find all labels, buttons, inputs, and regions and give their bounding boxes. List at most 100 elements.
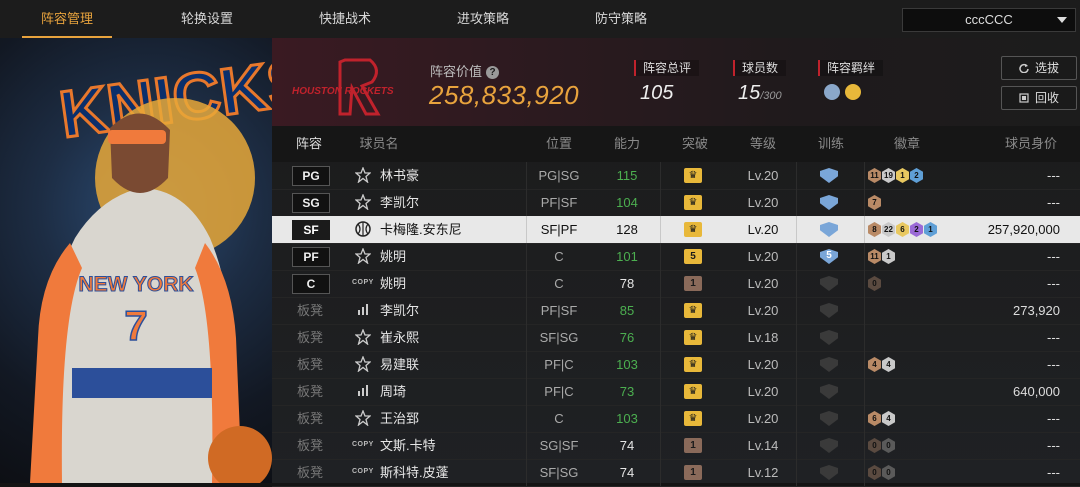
badge-list[interactable]: 44 [868,355,896,374]
badge-list[interactable]: 00 [868,436,896,455]
player-rating: 85 [619,303,635,318]
slot-badge[interactable]: C [292,274,330,294]
table-row[interactable]: PG 林书豪 PG|SG 115 ♛ Lv.20 11 19 1 2 --- [272,162,1080,190]
star-icon [355,356,371,372]
badge-list[interactable]: 64 [868,409,896,428]
tab-rotation[interactable]: 轮换设置 [162,0,252,38]
training-icon[interactable] [820,222,838,237]
badge-list[interactable]: 11 1 [868,247,896,266]
lineup-value-label: 阵容价值? [430,61,500,80]
player-rating: 104 [616,195,638,210]
badge-list[interactable]: 0 [868,274,882,293]
player-name[interactable]: 卡梅隆.安东尼 [380,216,462,243]
player-level: Lv.20 [747,195,779,210]
table-row[interactable]: 板凳 崔永熙 SF|SG 76 ♛ Lv.18 --- [272,324,1080,352]
slot-badge[interactable]: PG [292,166,330,186]
col-badges[interactable]: 徽章 [877,126,937,162]
badge-icon: 7 [868,195,881,210]
player-name[interactable]: 崔永熙 [380,324,419,351]
chem-players-gold-icon[interactable] [845,84,861,100]
training-icon[interactable]: 5 [820,249,838,264]
training-icon[interactable] [820,330,838,345]
table-row[interactable]: PF 姚明 C 101 5 Lv.20 5 11 1 --- [272,243,1080,271]
slot-badge[interactable]: PF [292,247,330,267]
help-icon[interactable]: ? [486,66,500,80]
table-row[interactable]: 板凳 周琦 PF|C 73 ♛ Lv.20 640,000 [272,378,1080,406]
star-icon [355,329,371,345]
training-icon[interactable] [820,276,838,291]
tab-roster[interactable]: 阵容管理 [22,0,112,38]
crown-icon: ♛ [684,330,702,345]
tab-offense[interactable]: 进攻策略 [438,0,528,38]
column-divider [796,297,797,324]
chem-players-icon[interactable] [824,84,840,100]
column-divider [660,297,661,324]
training-icon[interactable] [820,357,838,372]
column-divider [526,270,527,297]
badge-list[interactable]: 11 19 1 2 [868,166,924,185]
column-divider [660,216,661,243]
player-name[interactable]: 李凯尔 [380,189,419,216]
tab-quick-tactics[interactable]: 快捷战术 [300,0,390,38]
bars-icon [358,304,368,315]
player-count-value: 15 [738,82,761,104]
training-icon[interactable] [820,438,838,453]
table-row[interactable]: SG 李凯尔 PF|SF 104 ♛ Lv.20 7 --- [272,189,1080,217]
training-icon[interactable] [820,195,838,210]
lineup-value-label-text: 阵容价值 [430,64,483,79]
training-icon[interactable] [820,384,838,399]
col-name[interactable]: 球员名 [356,126,402,162]
player-name[interactable]: 李凯尔 [380,297,419,324]
column-divider [660,405,661,432]
player-value: --- [1047,195,1060,210]
team-select[interactable]: cccCCC [902,8,1076,32]
training-icon[interactable] [820,465,838,480]
bars-icon [358,385,368,396]
table-row[interactable]: 板凳 李凯尔 PF|SF 85 ♛ Lv.20 273,920 [272,297,1080,325]
col-value[interactable]: 球员身价 [994,126,1068,162]
player-name[interactable]: 斯科特.皮蓬 [380,459,449,486]
player-name[interactable]: 姚明 [380,270,406,297]
player-value: --- [1047,168,1060,183]
star-icon [355,167,371,183]
table-row[interactable]: SF 卡梅隆.安东尼 SF|PF 128 ♛ Lv.20 8 22 6 2 1 257,920,000 [272,216,1080,244]
badge-list[interactable]: 7 [868,193,882,212]
slot-badge[interactable]: SF [292,220,330,240]
col-level[interactable]: 等级 [739,126,787,162]
training-icon[interactable] [820,303,838,318]
training-icon[interactable] [820,411,838,426]
scout-button[interactable]: 选拔 [1001,56,1077,80]
player-name[interactable]: 文斯.卡特 [380,432,436,459]
player-name[interactable]: 周琦 [380,378,406,405]
player-name[interactable]: 林书豪 [380,162,419,189]
slot-badge[interactable]: SG [292,193,330,213]
training-icon[interactable] [820,168,838,183]
column-divider [796,270,797,297]
col-slot[interactable]: 阵容 [286,126,332,162]
player-position: PF|C [544,357,574,372]
table-row[interactable]: 板凳 COPY 文斯.卡特 SG|SF 74 1 Lv.14 0 0 --- [272,432,1080,460]
chemistry-icons[interactable] [824,84,866,103]
table-row[interactable]: 板凳 易建联 PF|C 103 ♛ Lv.20 4 4 --- [272,351,1080,379]
badge-list[interactable]: 00 [868,463,896,482]
recycle-icon [1019,93,1029,103]
column-divider [864,432,865,459]
star-icon [355,248,371,264]
col-breakthrough[interactable]: 突破 [671,126,719,162]
col-training[interactable]: 训练 [807,126,855,162]
recycle-button[interactable]: 回收 [1001,86,1077,110]
column-divider [796,351,797,378]
player-level: Lv.14 [747,438,779,453]
table-row[interactable]: 板凳 王治郅 C 103 ♛ Lv.20 6 4 --- [272,405,1080,433]
tab-defense[interactable]: 防守策略 [576,0,666,38]
col-rating[interactable]: 能力 [603,126,651,162]
table-row[interactable]: C COPY 姚明 C 78 1 Lv.20 0 --- [272,270,1080,298]
player-name[interactable]: 姚明 [380,243,406,270]
player-name[interactable]: 王治郅 [380,405,419,432]
badge-list[interactable]: 8 22 6 2 1 [868,220,938,239]
column-divider [526,351,527,378]
jersey-text: NEW YORK [78,273,193,296]
breakthrough-level: 1 [684,276,702,291]
col-position[interactable]: 位置 [534,126,584,162]
player-name[interactable]: 易建联 [380,351,419,378]
